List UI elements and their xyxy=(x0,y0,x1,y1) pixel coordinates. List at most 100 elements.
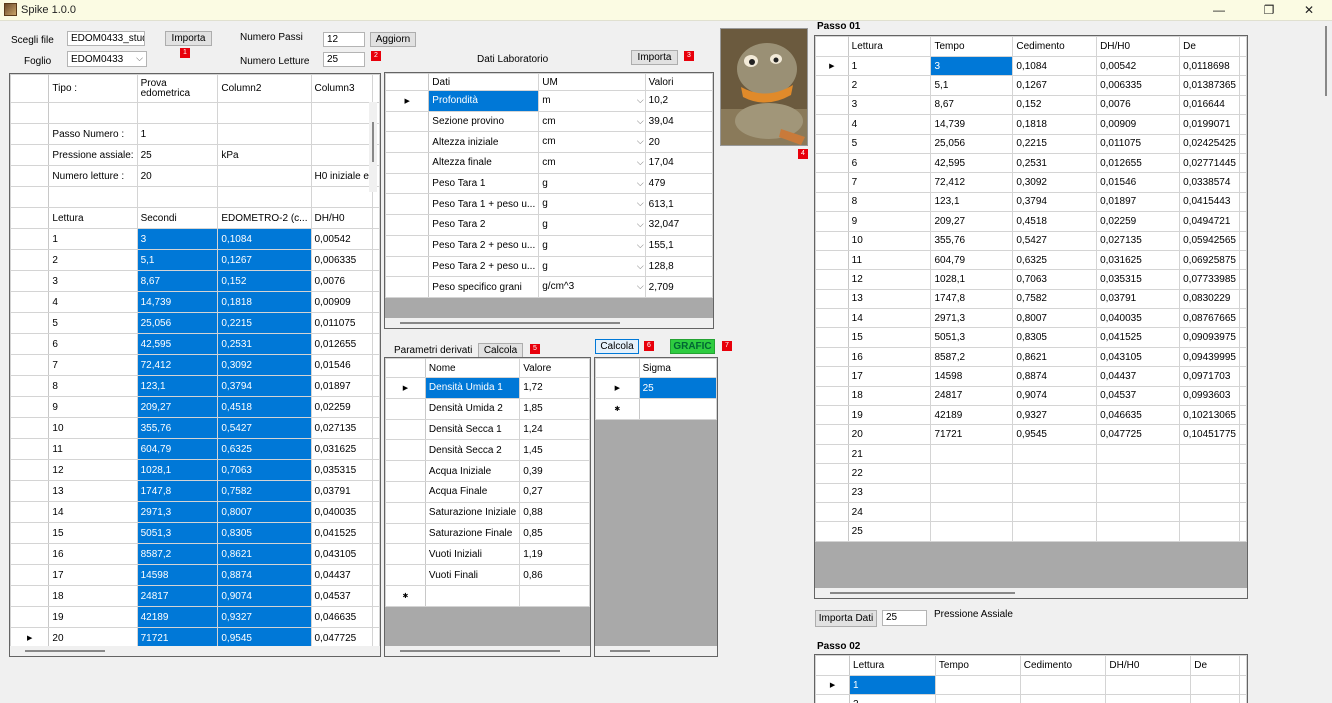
table-cell[interactable]: 5051,3 xyxy=(136,522,219,544)
nome-cell[interactable]: Acqua Iniziale xyxy=(424,460,521,482)
valore-cell[interactable]: 2,709 xyxy=(644,276,713,298)
row-header[interactable] xyxy=(10,564,50,586)
table-cell[interactable] xyxy=(1012,443,1098,465)
table-row[interactable]: 8 123,1 0,3794 0,01897 xyxy=(10,375,380,397)
table-row[interactable]: ▶ Profondità m ⌵ 10,2 xyxy=(385,90,713,112)
table-cell[interactable]: 355,76 xyxy=(136,417,219,439)
table-cell[interactable]: 3 xyxy=(48,270,138,292)
table-cell[interactable] xyxy=(934,674,1021,696)
table-cell[interactable]: 18 xyxy=(847,385,932,407)
column-header-3[interactable]: DH/H0 xyxy=(1096,36,1181,57)
meta-cell[interactable]: kPa xyxy=(217,144,312,166)
table-cell[interactable]: 0,7063 xyxy=(217,459,312,481)
meta-cell[interactable]: 20 xyxy=(136,165,219,187)
table-row[interactable]: 9 209,27 0,4518 0,02259 xyxy=(10,396,380,418)
table-row[interactable]: 7 72,412 0,3092 0,01546 xyxy=(10,354,380,376)
table-cell[interactable]: 6 xyxy=(847,152,932,174)
column-header-2[interactable]: Cedimento xyxy=(1012,36,1098,57)
table-row[interactable]: 20 71721 0,9545 0,047725 0,10451775 xyxy=(815,424,1247,445)
table-row[interactable]: 12 1028,1 0,7063 0,035315 0,07733985 xyxy=(815,269,1247,290)
table-row[interactable]: 3 8,67 0,152 0,0076 xyxy=(10,270,380,292)
derived-grid-hscroll[interactable] xyxy=(385,646,590,656)
meta-cell[interactable]: 1 xyxy=(136,123,219,145)
valore-cell[interactable]: 1,72 xyxy=(519,377,590,399)
table-cell[interactable]: 0,031625 xyxy=(310,438,373,460)
table-cell[interactable]: 7 xyxy=(48,354,138,376)
table-cell[interactable]: 0,041525 xyxy=(310,522,373,544)
table-cell[interactable]: 0,04537 xyxy=(310,585,373,607)
table-row[interactable]: 2 5,1 0,1267 0,006335 0,01387365 xyxy=(815,75,1247,96)
table-cell[interactable] xyxy=(1012,482,1098,503)
table-cell[interactable]: 14598 xyxy=(930,366,1014,387)
empty-cell[interactable] xyxy=(424,584,521,607)
um-combo[interactable]: cm ⌵ xyxy=(542,112,644,131)
row-header[interactable]: ✱ xyxy=(595,398,640,420)
row-header[interactable]: ✱ xyxy=(385,584,426,607)
nome-cell[interactable]: Vuoti Iniziali xyxy=(424,543,521,566)
table-cell[interactable]: 0,08767665 xyxy=(1179,308,1240,329)
table-cell[interactable]: 0,05942565 xyxy=(1179,230,1240,251)
table-cell[interactable]: 8587,2 xyxy=(136,543,219,565)
column-header-1[interactable]: UM xyxy=(538,73,646,91)
table-cell[interactable]: 25,056 xyxy=(930,133,1014,154)
table-cell[interactable]: 0,8621 xyxy=(217,543,312,565)
um-select[interactable]: g ⌵ xyxy=(538,234,646,257)
row-header[interactable] xyxy=(815,249,849,271)
row-header[interactable] xyxy=(10,606,50,628)
um-select[interactable]: cm ⌵ xyxy=(538,131,646,154)
form-vscroll[interactable] xyxy=(1322,22,1330,703)
table-cell[interactable]: 0,1267 xyxy=(1012,75,1098,96)
table-cell[interactable]: 0,00909 xyxy=(1096,114,1181,135)
table-cell[interactable]: 3 xyxy=(136,228,219,250)
table-cell[interactable]: 14 xyxy=(847,308,932,329)
table-cell[interactable]: 71721 xyxy=(930,424,1014,445)
numero-letture-input[interactable]: 25 xyxy=(323,52,365,67)
row-header[interactable] xyxy=(385,564,426,586)
table-cell[interactable]: 22 xyxy=(847,463,932,484)
row-header[interactable] xyxy=(385,501,426,524)
valore-cell[interactable]: 10,2 xyxy=(644,90,713,112)
table-cell[interactable]: 0,01546 xyxy=(1096,172,1181,193)
row-header[interactable] xyxy=(385,152,430,174)
table-row[interactable]: 18 24817 0,9074 0,04537 0,0993603 xyxy=(815,385,1247,407)
row-header[interactable] xyxy=(815,94,849,116)
table-cell[interactable]: 23 xyxy=(847,482,932,503)
um-combo[interactable]: g ⌵ xyxy=(542,257,644,276)
table-cell[interactable]: 0,09093975 xyxy=(1179,327,1240,348)
row-header[interactable] xyxy=(595,358,640,378)
row-header[interactable] xyxy=(10,291,50,313)
table-cell[interactable]: 0,01897 xyxy=(310,375,373,397)
table-cell[interactable]: 0,0494721 xyxy=(1179,211,1240,232)
column-header-1[interactable]: Tempo xyxy=(930,36,1014,57)
row-header[interactable] xyxy=(10,417,50,439)
table-cell[interactable]: 14 xyxy=(48,501,138,523)
table-row[interactable]: 3 8,67 0,152 0,0076 0,016644 xyxy=(815,94,1247,116)
row-header[interactable] xyxy=(10,543,50,565)
table-row[interactable]: ▶ 25 xyxy=(595,377,717,399)
valore-cell[interactable]: 613,1 xyxy=(644,193,713,216)
table-row[interactable]: Peso Tara 2 + peso u... g ⌵ 128,8 xyxy=(385,255,713,278)
table-cell[interactable]: 0,7582 xyxy=(1012,288,1098,310)
row-header[interactable] xyxy=(815,327,849,348)
table-cell[interactable]: 4 xyxy=(48,291,138,313)
row-header[interactable] xyxy=(10,501,50,523)
calcola-derivati-button[interactable]: Calcola xyxy=(478,343,523,358)
valore-cell[interactable]: 32,047 xyxy=(644,214,713,236)
table-cell[interactable]: 0,10213065 xyxy=(1179,405,1240,426)
row-header[interactable] xyxy=(815,655,851,676)
table-cell[interactable]: 0,012655 xyxy=(310,333,373,355)
table-cell[interactable]: 11 xyxy=(48,438,138,460)
row-header[interactable]: ▶ xyxy=(595,377,640,399)
row-header[interactable] xyxy=(10,354,50,376)
table-cell[interactable]: 0,040035 xyxy=(1096,308,1181,329)
table-row[interactable]: Saturazione Iniziale 0,88 xyxy=(385,501,590,524)
row-header[interactable] xyxy=(10,522,50,544)
row-header[interactable] xyxy=(385,214,430,236)
table-cell[interactable]: 5 xyxy=(847,133,932,154)
table-cell[interactable]: 0,0830229 xyxy=(1179,288,1240,310)
nome-cell[interactable]: Vuoti Finali xyxy=(424,564,521,586)
dati-cell[interactable]: Altezza iniziale xyxy=(428,131,540,154)
calcola-sigma-button[interactable]: Calcola xyxy=(595,339,639,354)
row-header[interactable] xyxy=(815,191,849,213)
table-cell[interactable] xyxy=(1012,463,1098,484)
